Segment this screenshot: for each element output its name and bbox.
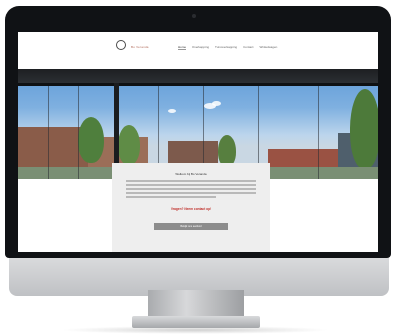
nav-item-contact[interactable]: Contact <box>243 45 253 50</box>
brand-name[interactable]: Bo Veranda <box>131 45 149 49</box>
monitor-stand-base <box>132 316 260 328</box>
welcome-card: Welkom bij Bo Veranda Vragen? Neem conta… <box>112 163 270 252</box>
cloud <box>168 109 176 113</box>
veranda-roof-edge <box>18 83 378 86</box>
nav-item-overkapping[interactable]: Overkapping <box>192 45 209 50</box>
card-question[interactable]: Vragen? Neem contact op! <box>112 207 270 211</box>
nav-item-cart[interactable]: Winkelwagen <box>259 45 277 50</box>
card-text-line <box>126 180 256 182</box>
monitor-bezel: Bo Veranda Home Overkapping Tuinoverkapp… <box>5 6 391 258</box>
card-text-line <box>126 184 256 186</box>
glass-divider <box>318 86 319 179</box>
website-screen: Bo Veranda Home Overkapping Tuinoverkapp… <box>18 32 378 252</box>
logo-icon[interactable] <box>116 40 126 52</box>
tree <box>350 89 378 169</box>
card-text-line <box>126 192 256 194</box>
card-title: Welkom bij Bo Veranda <box>175 172 207 176</box>
card-text-line <box>126 188 256 190</box>
logo-circle <box>116 40 126 50</box>
imac-monitor: Bo Veranda Home Overkapping Tuinoverkapp… <box>5 6 391 296</box>
glass-divider <box>48 86 49 179</box>
card-text-line <box>126 196 216 198</box>
cloud <box>212 101 221 106</box>
camera-icon <box>192 14 196 18</box>
veranda-roof <box>18 69 378 83</box>
tree <box>78 117 104 163</box>
glass-divider <box>78 86 79 179</box>
main-nav: Home Overkapping Tuinoverkapping Contact… <box>178 45 277 50</box>
site-header: Bo Veranda Home Overkapping Tuinoverkapp… <box>18 32 378 70</box>
nav-item-home[interactable]: Home <box>178 45 187 50</box>
nav-item-tuinoverkapping[interactable]: Tuinoverkapping <box>215 45 237 50</box>
tree <box>118 125 140 165</box>
cta-button[interactable]: Bekijk ons aanbod <box>154 223 228 230</box>
